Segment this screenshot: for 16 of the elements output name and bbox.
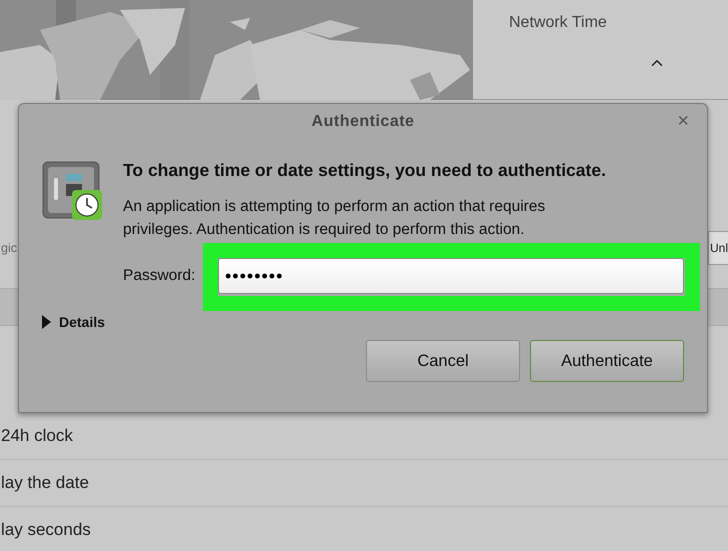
- cancel-button[interactable]: Cancel: [366, 340, 520, 382]
- panel-title: Network Time: [509, 14, 608, 32]
- setting-label: gic: [1, 240, 17, 254]
- password-label: Password:: [123, 267, 196, 285]
- dialog-title: Authenticate: [312, 113, 414, 131]
- safe-clock-icon: [42, 160, 102, 220]
- dialog-heading: To change time or date settings, you need to authenticate.: [123, 160, 607, 181]
- setting-label: lay the date: [1, 473, 89, 493]
- password-field[interactable]: ••••••••: [218, 258, 684, 294]
- setting-label: 24h clock: [1, 426, 73, 446]
- setting-label: lay seconds: [1, 520, 91, 540]
- unlock-button[interactable]: Unl: [708, 230, 728, 264]
- details-toggle[interactable]: Details: [41, 314, 105, 330]
- caret-right-icon: [41, 315, 51, 329]
- authenticate-button[interactable]: Authenticate: [530, 340, 684, 382]
- dialog-message: An application is attempting to perform an action that requires privileges. Authentication is required to perform this action.: [123, 197, 546, 240]
